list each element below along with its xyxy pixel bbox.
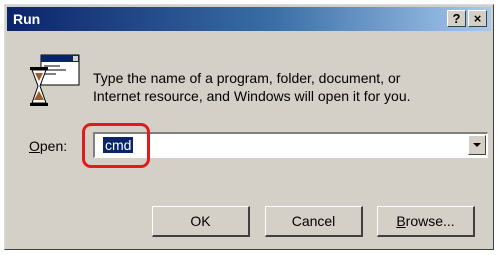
help-button[interactable]: ? <box>447 10 466 27</box>
chevron-down-icon <box>473 143 481 147</box>
highlight-annotation <box>82 123 150 168</box>
browse-button[interactable]: Browse... <box>377 206 475 237</box>
dropdown-button[interactable] <box>468 135 486 155</box>
open-label-accelerator: O <box>29 138 40 154</box>
cancel-button[interactable]: Cancel <box>265 206 363 237</box>
close-button[interactable]: × <box>468 10 487 27</box>
open-label: Open: <box>29 138 67 154</box>
description-line-2: Internet resource, and Windows will open… <box>93 88 411 104</box>
browse-accelerator: B <box>396 213 406 229</box>
dialog-title: Run <box>13 11 41 27</box>
ok-button[interactable]: OK <box>152 206 250 237</box>
open-combobox[interactable]: cmd <box>93 132 488 158</box>
browse-label-text: rowse... <box>405 213 455 229</box>
description-line-1: Type the name of a program, folder, docu… <box>93 70 401 86</box>
run-dialog: Run ? × Type the name of a program, fold… <box>4 4 494 250</box>
title-bar[interactable]: Run ? × <box>7 7 491 31</box>
description: Type the name of a program, folder, docu… <box>93 69 473 105</box>
run-icon <box>29 53 81 109</box>
open-label-text: pen: <box>39 138 68 154</box>
